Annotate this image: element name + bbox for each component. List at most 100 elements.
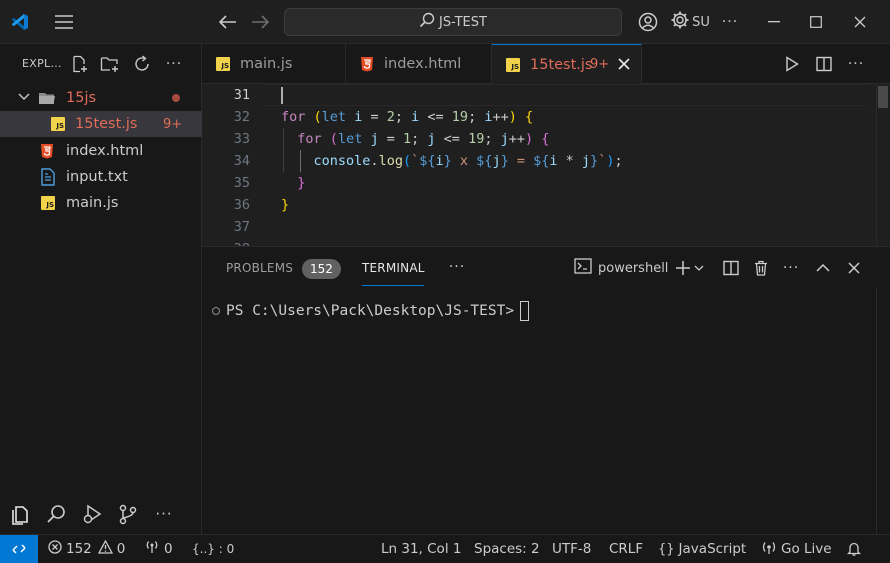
run-debug-icon[interactable] <box>78 500 106 528</box>
code-line: 33 for (let j = 1; j <= 19; j++) { <box>202 128 890 150</box>
eol-status[interactable]: CRLF <box>609 535 643 563</box>
editor-tabs: JS main.js index.html JS 15test.js 9+ ··… <box>202 44 890 84</box>
terminal-shell-selector[interactable]: powershell <box>574 257 668 279</box>
language-label: JavaScript <box>678 541 747 557</box>
chevron-down-icon[interactable] <box>692 257 706 279</box>
line-number: 35 <box>233 175 250 191</box>
back-arrow-icon[interactable] <box>214 0 242 44</box>
new-terminal-plus-icon[interactable] <box>672 257 694 279</box>
tab-15test-js[interactable]: JS 15test.js 9+ <box>492 44 642 84</box>
tree-label: index.html <box>66 143 144 159</box>
chevron-down-icon <box>18 92 30 102</box>
run-file-icon[interactable] <box>780 44 804 84</box>
error-icon <box>48 540 62 558</box>
refresh-icon[interactable] <box>130 52 154 76</box>
language-mode[interactable]: {} JavaScript <box>658 535 746 563</box>
tab-problems[interactable]: PROBLEMS <box>226 261 293 275</box>
text-caret <box>281 87 283 104</box>
tree-file-input-txt[interactable]: input.txt <box>0 164 202 190</box>
braces-icon: {} <box>658 541 675 557</box>
bottom-panel: PROBLEMS 152 TERMINAL ··· powershell ···… <box>202 246 890 535</box>
new-file-icon[interactable] <box>68 52 92 76</box>
terminal-prompt-line[interactable]: PS C:\Users\Pack\Desktop\JS-TEST> <box>212 301 530 321</box>
title-bar: JS-TEST SU ··· <box>0 0 890 44</box>
remote-icon <box>12 544 26 554</box>
active-tab-indicator <box>362 285 424 286</box>
code-text: } <box>281 197 290 213</box>
status-bar: 152 0 0 {..} : 0 Ln 31, Col 1 Spaces: 2 … <box>0 534 890 563</box>
indentation-status[interactable]: Spaces: 2 <box>474 535 540 563</box>
tree-folder-15js[interactable]: 15js <box>0 85 202 111</box>
go-live-label: Go Live <box>781 541 832 557</box>
explorer-files-icon[interactable] <box>6 500 34 528</box>
notifications-bell-icon[interactable] <box>847 535 861 563</box>
ports-status[interactable]: 0 <box>144 535 173 563</box>
line-number: 37 <box>233 219 250 235</box>
forward-arrow-icon[interactable] <box>246 0 274 44</box>
editor-scrollbar[interactable] <box>876 84 890 246</box>
scrollbar-thumb[interactable] <box>878 86 888 108</box>
explorer-more-icon[interactable]: ··· <box>162 52 186 76</box>
cursor-position[interactable]: Ln 31, Col 1 <box>381 535 461 563</box>
account-icon[interactable] <box>636 0 660 44</box>
chevron-up-icon[interactable] <box>812 257 834 279</box>
go-live-button[interactable]: Go Live <box>761 535 832 563</box>
tab-index-html[interactable]: index.html <box>346 44 492 84</box>
tab-label: 15test.js <box>530 56 593 73</box>
terminal-prompt: PS C:\Users\Pack\Desktop\JS-TEST> <box>226 303 515 319</box>
terminal-scrollbar[interactable] <box>876 287 890 535</box>
code-line: 37 <box>202 216 890 238</box>
activity-more-icon[interactable]: ··· <box>150 500 178 528</box>
editor-more-icon[interactable]: ··· <box>844 44 868 84</box>
error-count: 152 <box>66 541 92 557</box>
line-number: 32 <box>233 109 250 125</box>
new-folder-icon[interactable] <box>98 52 122 76</box>
search-icon[interactable] <box>42 500 70 528</box>
source-control-icon[interactable] <box>114 500 142 528</box>
menu-icon[interactable] <box>50 0 78 44</box>
tab-main-js[interactable]: JS main.js <box>202 44 346 84</box>
vscode-logo-icon <box>6 0 34 44</box>
encoding-status[interactable]: UTF-8 <box>552 535 591 563</box>
explorer-header: EXPL... ··· <box>0 44 202 84</box>
minimize-button[interactable] <box>752 0 796 44</box>
line-number: 33 <box>233 131 250 147</box>
maximize-button[interactable] <box>796 0 836 44</box>
warning-count: 0 <box>116 541 126 557</box>
command-center-search[interactable]: JS-TEST <box>284 8 622 36</box>
tab-label: main.js <box>240 56 293 72</box>
close-window-button[interactable] <box>840 0 880 44</box>
code-editor[interactable]: 31 32 for (let i = 2; i <= 19; i++) { 33… <box>202 84 890 246</box>
code-line: 31 <box>202 84 890 106</box>
line-number: 31 <box>233 87 250 103</box>
close-panel-icon[interactable] <box>843 257 865 279</box>
broadcast-icon <box>144 540 160 558</box>
problems-count-badge: 152 <box>302 259 341 279</box>
html-file-icon <box>360 56 374 76</box>
gear-icon <box>670 10 690 34</box>
split-terminal-icon[interactable] <box>720 257 742 279</box>
problem-count-badge: 9+ <box>163 116 183 132</box>
more-actions-icon[interactable]: ··· <box>716 0 744 44</box>
braces-status[interactable]: {..} : 0 <box>192 535 234 563</box>
search-icon <box>419 12 435 32</box>
close-icon[interactable] <box>618 58 630 74</box>
code-line: 38 <box>202 238 890 246</box>
code-line: 32 for (let i = 2; i <= 19; i++) { <box>202 106 890 128</box>
search-text: JS-TEST <box>439 14 487 30</box>
tree-file-15test[interactable]: JS 15test.js 9+ <box>0 111 202 137</box>
tree-file-main-js[interactable]: JS main.js <box>0 190 202 216</box>
tab-terminal[interactable]: TERMINAL <box>362 261 425 275</box>
split-editor-icon[interactable] <box>812 44 836 84</box>
trash-icon[interactable] <box>750 257 772 279</box>
problems-status[interactable]: 152 0 <box>48 535 125 563</box>
html-file-icon <box>40 143 54 159</box>
terminal-more-icon[interactable]: ··· <box>780 257 802 279</box>
settings-button[interactable]: SU <box>666 0 714 44</box>
activity-bar: ··· <box>0 494 202 534</box>
javascript-file-icon: JS <box>216 57 230 71</box>
tree-file-index-html[interactable]: index.html <box>0 138 202 164</box>
remote-indicator-button[interactable] <box>0 535 38 563</box>
panel-more-icon[interactable]: ··· <box>446 256 468 278</box>
indent-guide <box>300 150 301 172</box>
